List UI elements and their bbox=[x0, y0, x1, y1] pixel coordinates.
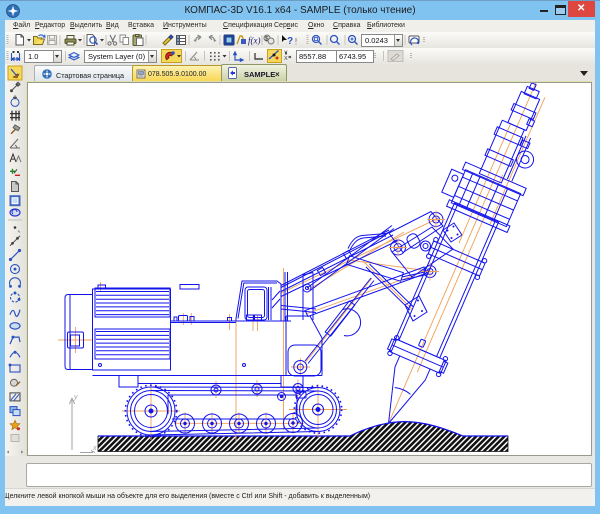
svg-text:?: ? bbox=[287, 36, 293, 47]
svg-text:x: x bbox=[92, 445, 97, 452]
svg-text:f(x): f(x) bbox=[248, 36, 261, 46]
svg-text:X: X bbox=[284, 56, 288, 62]
svg-text:y: y bbox=[73, 394, 78, 401]
